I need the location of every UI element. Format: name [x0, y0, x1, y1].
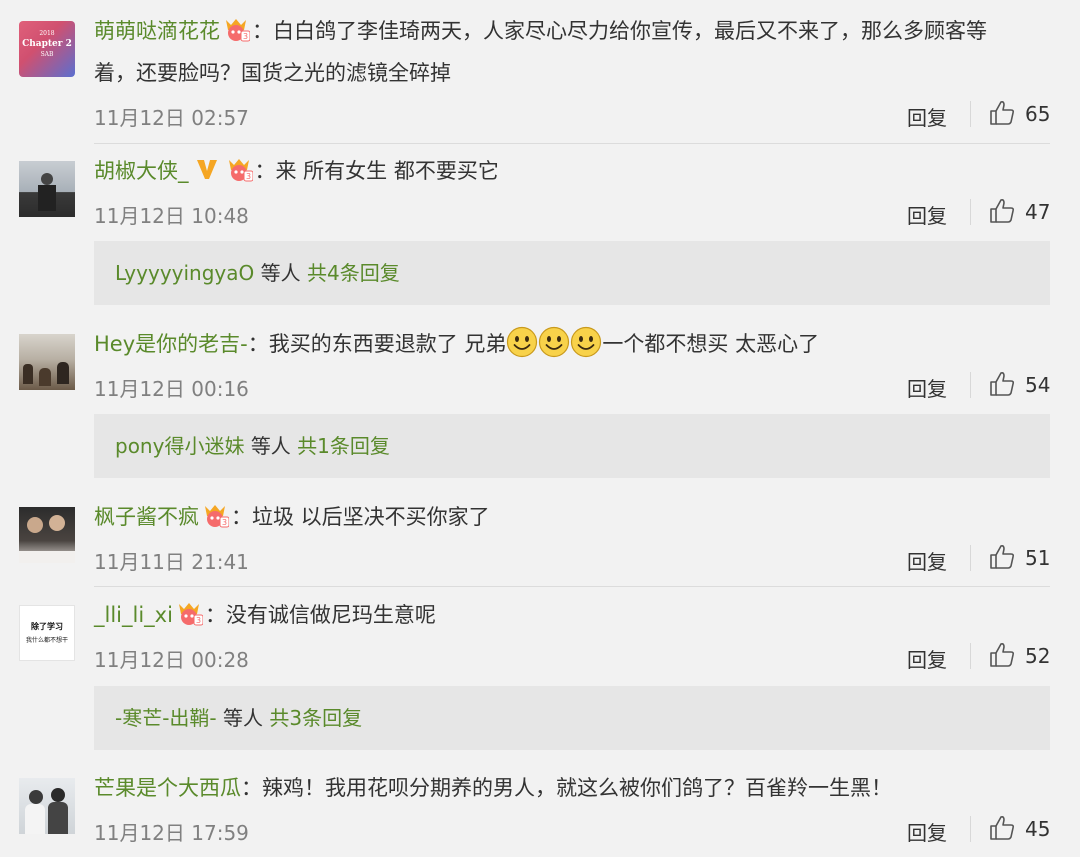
timestamp: 11月12日 02:57 [94, 106, 249, 130]
comment-text: 萌萌哒滴花花 ：白白鸽了李佳琦两天，人家尽心尽力给你宣传，最后又不来了，那么多顾客… [94, 10, 1050, 94]
comment-body: ：来 所有女生 都不要买它 [254, 159, 499, 183]
timestamp: 11月12日 00:16 [94, 377, 249, 401]
username[interactable]: Hey是你的老吉- [94, 332, 248, 356]
subreply-summary[interactable]: pony得小迷妹 等人 共1条回复 [94, 414, 1050, 478]
smile-emoji-icon [506, 326, 538, 358]
comment-body: ：没有诚信做尼玛生意呢 [204, 603, 436, 627]
divider [94, 143, 1050, 144]
comment-body: 一个都不想买 太恶心了 [602, 332, 820, 356]
divider [970, 199, 971, 225]
thumbs-up-icon[interactable] [988, 197, 1016, 225]
reply-button[interactable]: 回复 [907, 102, 947, 131]
avatar-text: 2018 [39, 30, 55, 37]
avatar-text: Chapter 2 [22, 39, 72, 49]
username[interactable]: 芒果是个大西瓜 [94, 776, 241, 800]
vip-crown-badge-icon[interactable] [175, 600, 203, 626]
avatar[interactable] [19, 778, 75, 834]
avatar[interactable] [19, 334, 75, 390]
subreply-etc: 等人 [223, 706, 264, 730]
like-count: 65 [1025, 102, 1051, 126]
like-count: 52 [1025, 644, 1051, 668]
avatar[interactable] [19, 161, 75, 217]
reply-button[interactable]: 回复 [907, 817, 947, 846]
avatar[interactable] [19, 507, 75, 563]
comment-text: 枫子酱不疯 ：垃圾 以后坚决不买你家了 [94, 496, 1050, 538]
timestamp: 11月12日 17:59 [94, 821, 249, 845]
smile-emoji-icon [570, 326, 602, 358]
smile-emoji-icon [538, 326, 570, 358]
subreply-summary[interactable]: LyyyyyingyaO 等人 共4条回复 [94, 241, 1050, 305]
reply-button[interactable]: 回复 [907, 373, 947, 402]
timestamp: 11月12日 00:28 [94, 648, 249, 672]
thumbs-up-icon[interactable] [988, 370, 1016, 398]
reply-button[interactable]: 回复 [907, 644, 947, 673]
subreply-username[interactable]: pony得小迷妹 [115, 434, 244, 458]
vip-crown-badge-icon[interactable] [222, 16, 250, 42]
subreply-username[interactable]: LyyyyyingyaO [115, 261, 254, 285]
timestamp: 11月11日 21:41 [94, 550, 249, 574]
avatar[interactable]: 除了学习 我什么都不想干 [19, 605, 75, 661]
reply-button[interactable]: 回复 [907, 546, 947, 575]
username[interactable]: 萌萌哒滴花花 [94, 19, 220, 43]
subreply-count-link[interactable]: 共3条回复 [269, 706, 362, 730]
subreply-summary[interactable]: -寒芒-出鞘- 等人 共3条回复 [94, 686, 1050, 750]
username[interactable]: _lli_li_xi [94, 603, 173, 627]
divider [970, 816, 971, 842]
like-count: 45 [1025, 817, 1051, 841]
comment-body: ：垃圾 以后坚决不买你家了 [231, 505, 490, 529]
timestamp: 11月12日 10:48 [94, 204, 249, 228]
divider [970, 372, 971, 398]
like-count: 51 [1025, 546, 1051, 570]
avatar-text: SAB [40, 51, 54, 58]
thumbs-up-icon[interactable] [988, 814, 1016, 842]
vip-crown-badge-icon[interactable] [201, 502, 229, 528]
comment-text: Hey是你的老吉-：我买的东西要退款了 兄弟 一个都不想买 太恶心了 [94, 323, 1050, 365]
subreply-username[interactable]: -寒芒-出鞘- [115, 706, 217, 730]
vip-crown-badge-icon[interactable] [225, 156, 253, 182]
like-count: 47 [1025, 200, 1051, 224]
avatar-text: 除了学习 [31, 621, 63, 631]
comment-text: _lli_li_xi ：没有诚信做尼玛生意呢 [94, 594, 1050, 636]
thumbs-up-icon[interactable] [988, 543, 1016, 571]
username[interactable]: 枫子酱不疯 [94, 505, 199, 529]
comment-body: ：辣鸡！我用花呗分期养的男人，就这么被你们鸽了？百雀羚一生黑！ [241, 776, 892, 800]
divider [94, 586, 1050, 587]
subreply-count-link[interactable]: 共4条回复 [307, 261, 400, 285]
comment-text: 芒果是个大西瓜：辣鸡！我用花呗分期养的男人，就这么被你们鸽了？百雀羚一生黑！ [94, 767, 1050, 809]
subreply-etc: 等人 [260, 261, 301, 285]
thumbs-up-icon[interactable] [988, 641, 1016, 669]
like-count: 54 [1025, 373, 1051, 397]
avatar-text: 我什么都不想干 [25, 637, 68, 644]
divider [970, 545, 971, 571]
divider [970, 101, 971, 127]
subreply-etc: 等人 [250, 434, 291, 458]
comment-text: 胡椒大侠_ ：来 所有女生 都不要买它 [94, 150, 1050, 192]
comment-body: 着，还要脸吗？国货之光的滤镜全碎掉 [94, 61, 451, 85]
subreply-count-link[interactable]: 共1条回复 [297, 434, 390, 458]
comment-body: ：白白鸽了李佳琦两天，人家尽心尽力给你宣传，最后又不来了，那么多顾客等 [252, 19, 987, 43]
thumbs-up-icon[interactable] [988, 99, 1016, 127]
verified-v-icon [195, 157, 219, 181]
divider [970, 643, 971, 669]
reply-button[interactable]: 回复 [907, 200, 947, 229]
avatar[interactable]: 2018 Chapter 2 SAB [19, 21, 75, 77]
comment-body: ：我买的东西要退款了 兄弟 [247, 332, 507, 356]
username[interactable]: 胡椒大侠_ [94, 159, 189, 183]
